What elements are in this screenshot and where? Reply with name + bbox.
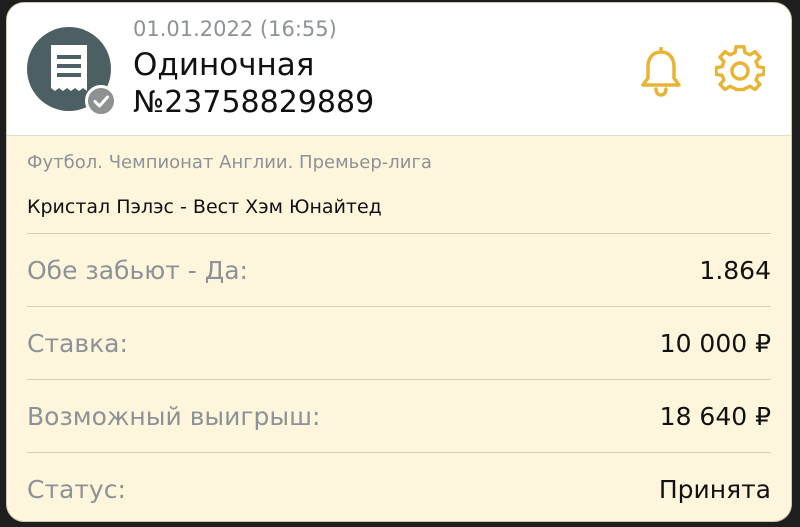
bet-row-outcome: Обе забьют - Да: 1.864 [27, 233, 771, 306]
event-match: Кристал Пэлэс - Вест Хэм Юнайтед [27, 196, 382, 218]
bell-icon[interactable] [639, 46, 683, 97]
status-label: Статус: [27, 475, 126, 504]
checkmark-icon [85, 85, 117, 117]
payout-label: Возможный выигрыш: [27, 402, 321, 431]
bet-number: №23758829889 [133, 85, 375, 120]
status-value: Принята [658, 475, 771, 504]
outcome-label: Обе забьют - Да: [27, 256, 248, 285]
bet-row-stake: Ставка: 10 000 ₽ [27, 306, 771, 379]
outcome-odds: 1.864 [699, 256, 771, 285]
event-league: Футбол. Чемпионат Англии. Премьер-лига [27, 152, 432, 173]
stake-value: 10 000 ₽ [659, 329, 771, 358]
stake-label: Ставка: [27, 329, 128, 358]
bet-row-status: Статус: Принята [27, 452, 771, 521]
bet-row-payout: Возможный выигрыш: 18 640 ₽ [27, 379, 771, 452]
bet-type: Одиночная [133, 47, 315, 83]
payout-value: 18 640 ₽ [659, 402, 771, 431]
ticket-date: 01.01.2022 (16:55) [133, 17, 337, 41]
bet-ticket-card: 01.01.2022 (16:55) Одиночная №2375882988… [6, 2, 792, 522]
ticket-header: 01.01.2022 (16:55) Одиночная №2375882988… [7, 3, 791, 136]
gear-icon[interactable] [714, 45, 766, 95]
